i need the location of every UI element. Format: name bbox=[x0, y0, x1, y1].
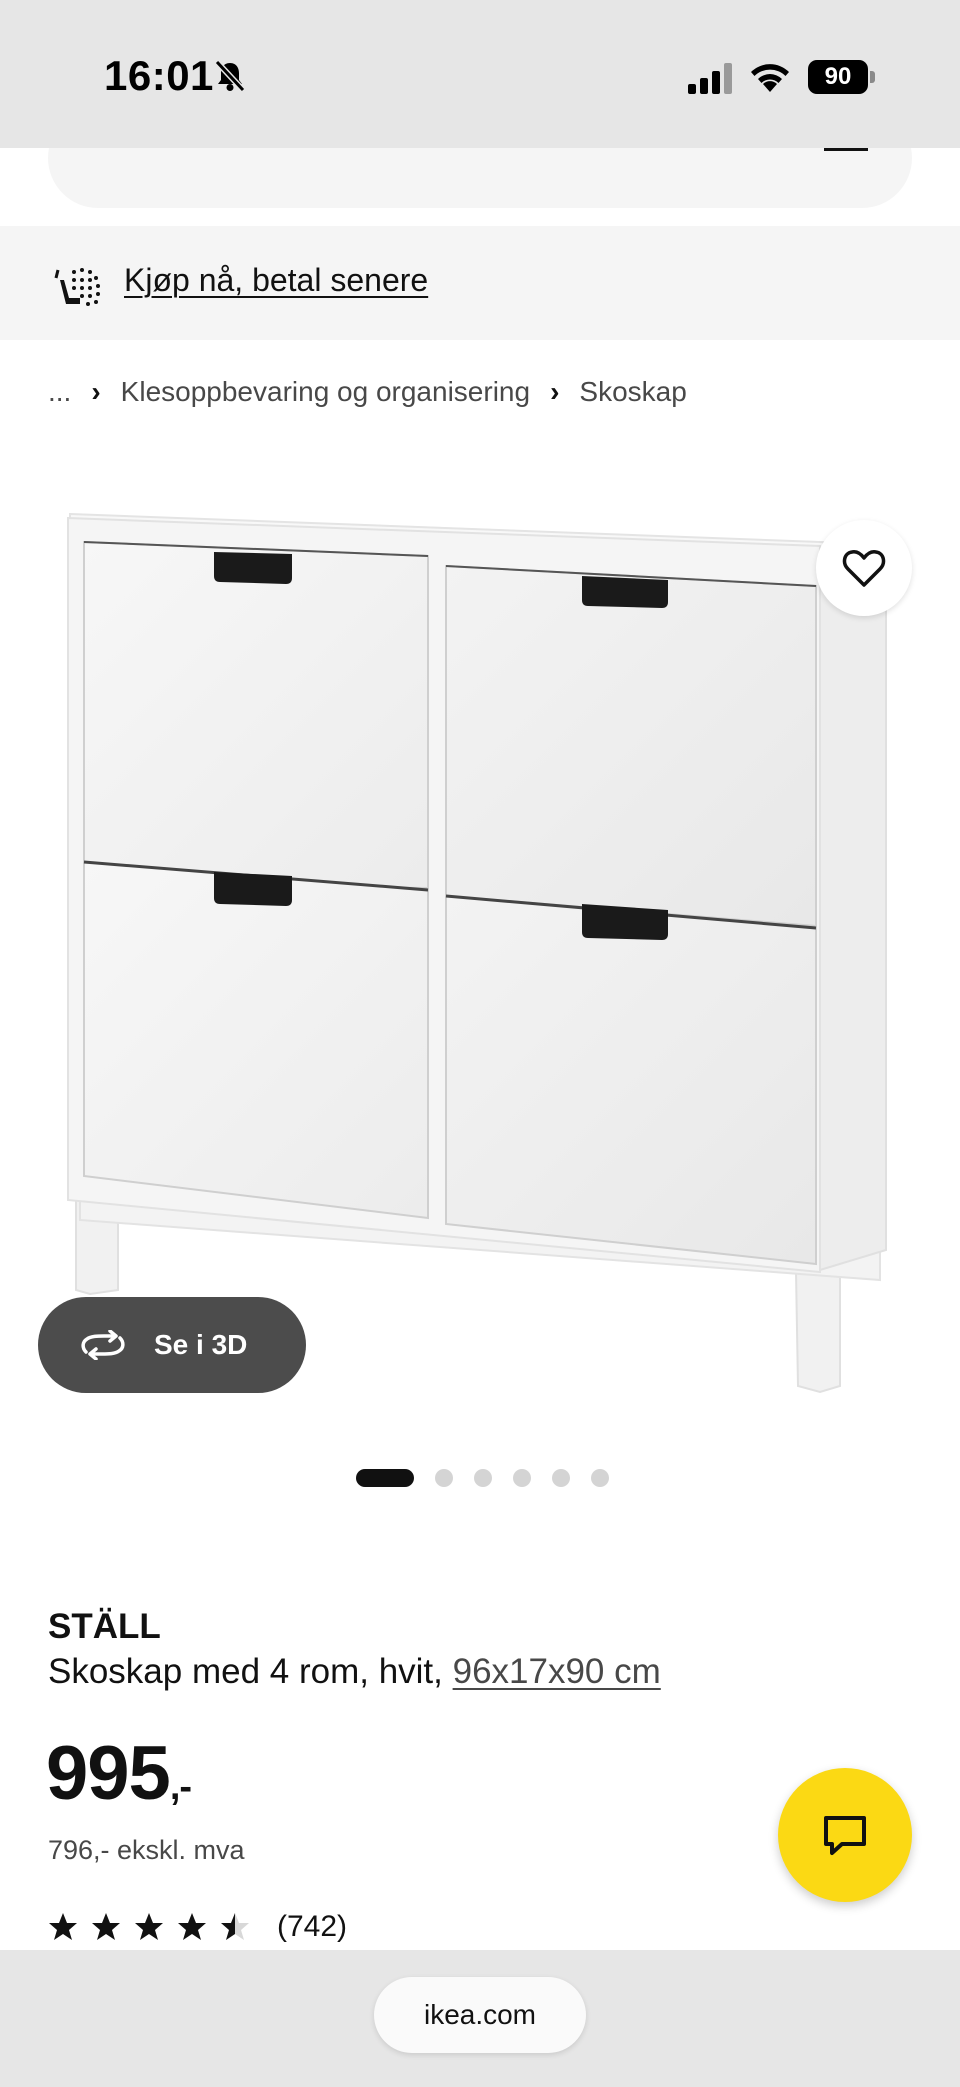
rotate-3d-icon bbox=[81, 1330, 125, 1360]
rating[interactable]: (742) bbox=[48, 1910, 347, 1944]
battery-icon: 90 bbox=[808, 60, 876, 94]
battery-tip bbox=[870, 71, 875, 83]
signal-icon bbox=[688, 63, 732, 94]
product-dimensions-link[interactable]: 96x17x90 cm bbox=[453, 1652, 661, 1691]
star-icon bbox=[49, 1913, 77, 1940]
price-suffix: ,- bbox=[169, 1766, 192, 1808]
breadcrumb-ellipsis[interactable]: ... bbox=[48, 376, 71, 408]
star-icon bbox=[92, 1913, 120, 1940]
breadcrumb-item-clothing-storage[interactable]: Klesoppbevaring og organisering bbox=[121, 376, 530, 408]
chat-button[interactable] bbox=[778, 1768, 912, 1902]
wifi-icon bbox=[751, 64, 789, 92]
product-description-text: Skoskap med 4 rom, hvit, bbox=[48, 1652, 453, 1691]
price-excl-vat: 796,- ekskl. mva bbox=[48, 1835, 245, 1865]
breadcrumb-separator: › bbox=[91, 376, 101, 407]
product-image[interactable] bbox=[60, 500, 900, 1420]
product-name: STÄLL bbox=[48, 1607, 161, 1646]
view-3d-button[interactable]: Se i 3D bbox=[38, 1297, 306, 1393]
status-time: 16:01 bbox=[104, 52, 214, 99]
pay-later-link[interactable]: Kjøp nå, betal senere bbox=[124, 262, 428, 299]
search-area bbox=[0, 108, 960, 226]
carousel-dot[interactable] bbox=[552, 1469, 570, 1487]
cart-pay-icon bbox=[54, 268, 100, 306]
breadcrumb: ... › Klesoppbevaring og organisering › … bbox=[48, 372, 687, 412]
url-bar[interactable]: ikea.com bbox=[374, 1977, 586, 2053]
status-bar: 16:01 90 bbox=[0, 0, 960, 148]
star-icon bbox=[178, 1913, 206, 1940]
breadcrumb-item-shoe-cabinet[interactable]: Skoskap bbox=[579, 376, 686, 408]
carousel-dot[interactable] bbox=[513, 1469, 531, 1487]
menu-icon[interactable] bbox=[824, 148, 868, 151]
product-description: Skoskap med 4 rom, hvit, 96x17x90 cm bbox=[48, 1652, 661, 1692]
pay-later-banner: Kjøp nå, betal senere bbox=[0, 226, 960, 340]
browser-bar: ikea.com bbox=[0, 1950, 960, 2087]
carousel-dot[interactable] bbox=[474, 1469, 492, 1487]
star-icon bbox=[135, 1913, 163, 1940]
breadcrumb-separator: › bbox=[550, 376, 560, 407]
review-count: (742) bbox=[277, 1910, 348, 1943]
battery-level: 90 bbox=[808, 60, 868, 94]
carousel-indicator bbox=[356, 1469, 630, 1487]
view-3d-label: Se i 3D bbox=[154, 1329, 248, 1360]
carousel-dot[interactable] bbox=[591, 1469, 609, 1487]
chat-icon bbox=[824, 1816, 866, 1855]
product-price: 995,- bbox=[46, 1730, 192, 1817]
price-value: 995 bbox=[46, 1731, 171, 1816]
star-half-icon bbox=[221, 1913, 249, 1940]
heart-icon bbox=[842, 550, 886, 587]
carousel-dot[interactable] bbox=[356, 1469, 414, 1487]
carousel-dot[interactable] bbox=[435, 1469, 453, 1487]
favorite-button[interactable] bbox=[816, 520, 912, 616]
bell-slash-icon bbox=[214, 59, 246, 93]
